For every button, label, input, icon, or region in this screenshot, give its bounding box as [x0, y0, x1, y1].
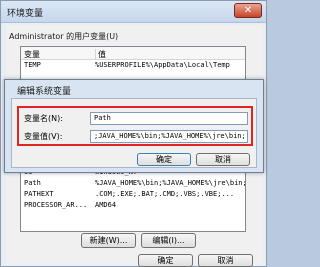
- row-value: .COM;.EXE;.BAT;.CMD;.VBS;.VBE;...: [95, 190, 235, 198]
- column-header-value[interactable]: 值: [95, 49, 106, 60]
- outer-window-title: 环境变量: [7, 9, 44, 19]
- dialog-cancel-button[interactable]: 取消: [196, 153, 250, 166]
- row-variable: PROCESSOR_AR...: [24, 201, 88, 209]
- close-icon[interactable]: ✕: [234, 3, 262, 18]
- user-vars-label: Administrator 的用户变量(U): [9, 32, 119, 41]
- table-row[interactable]: TEMP %USERPROFILE%\AppData\Local\Temp: [21, 60, 245, 71]
- outer-cancel-button[interactable]: 取消: [198, 254, 253, 267]
- dialog-ok-button[interactable]: 确定: [137, 153, 191, 166]
- dialog-title: 编辑系统变量: [17, 87, 72, 97]
- outer-ok-button[interactable]: 确定: [138, 254, 193, 267]
- row-value: %JAVA_HOME%\bin;%JAVA_HOME%\jre\bin;...: [95, 179, 246, 187]
- table-row[interactable]: Path %JAVA_HOME%\bin;%JAVA_HOME%\jre\bin…: [21, 178, 245, 189]
- system-vars-list[interactable]: OS Windows_NT Path %JAVA_HOME%\bin;%JAVA…: [20, 164, 246, 232]
- table-row[interactable]: PROCESSOR_AR... AMD64: [21, 200, 245, 211]
- row-value: %USERPROFILE%\AppData\Local\Temp: [95, 61, 230, 69]
- edit-button[interactable]: 编辑(I)...: [141, 233, 196, 248]
- row-value: AMD64: [95, 201, 117, 209]
- variable-value-field[interactable]: ;JAVA_HOME%\bin;%JAVA_HOME%\jre\bin;: [90, 130, 248, 143]
- row-variable: TEMP: [24, 61, 41, 69]
- outer-titlebar[interactable]: 环境变量 ✕: [1, 1, 266, 23]
- user-vars-header: 变量 值: [21, 47, 245, 60]
- column-header-variable[interactable]: 变量: [24, 49, 40, 60]
- row-variable: PATHEXT: [24, 190, 54, 198]
- variable-name-field[interactable]: Path: [90, 112, 248, 125]
- table-row[interactable]: PATHEXT .COM;.EXE;.BAT;.CMD;.VBS;.VBE;..…: [21, 189, 245, 200]
- variable-name-label: 变量名(N):: [24, 114, 63, 123]
- variable-value-label: 变量值(V):: [24, 132, 63, 141]
- new-button[interactable]: 新建(W)...: [81, 233, 136, 248]
- row-variable: Path: [24, 179, 41, 187]
